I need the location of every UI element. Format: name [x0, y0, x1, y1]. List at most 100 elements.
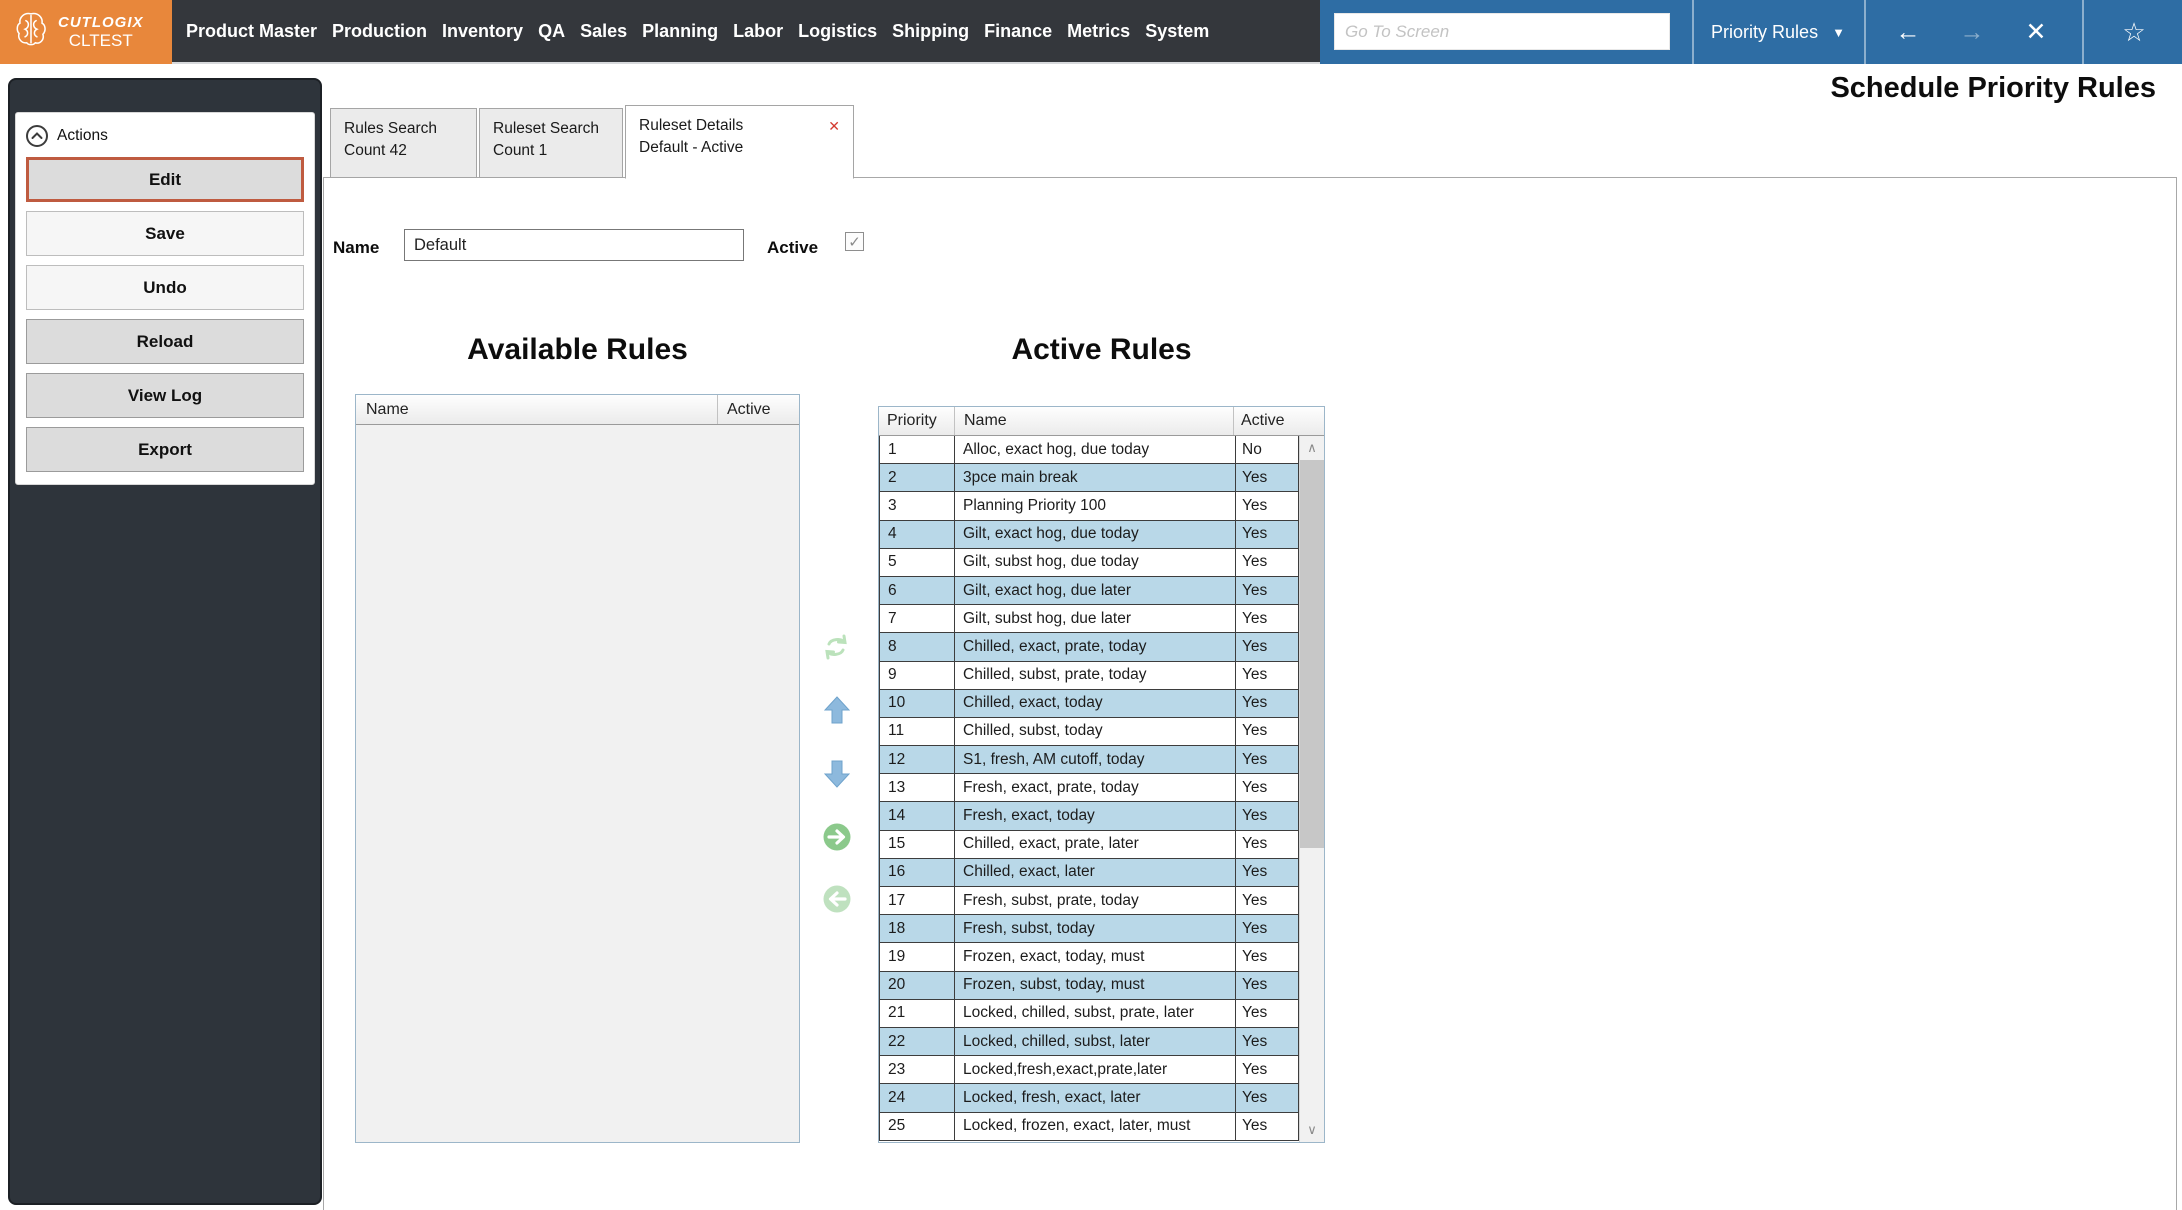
back-button[interactable]: ← [1878, 0, 1938, 64]
active-checkbox[interactable]: ✓ [845, 232, 864, 251]
rule-row-20[interactable]: 20Frozen, subst, today, mustYes [879, 972, 1299, 1000]
tab-title: Rules Search [344, 118, 437, 140]
tab-subtitle: Count 1 [493, 140, 609, 162]
ruleset-name-input[interactable] [404, 229, 744, 261]
nav-item-shipping[interactable]: Shipping [892, 21, 969, 42]
nav-item-qa[interactable]: QA [538, 21, 565, 42]
nav-item-product-master[interactable]: Product Master [186, 21, 317, 42]
cell-priority: 16 [880, 859, 955, 886]
cell-name: 3pce main break [955, 464, 1236, 491]
column-header-name[interactable]: Name [955, 412, 1233, 430]
goto-screen-input[interactable] [1334, 13, 1670, 50]
rule-row-5[interactable]: 5Gilt, subst hog, due todayYes [879, 549, 1299, 577]
tab-rules-search[interactable]: Rules SearchCount 42 [330, 108, 477, 178]
move-right-icon[interactable] [822, 822, 852, 852]
cell-name: Planning Priority 100 [955, 492, 1236, 519]
cell-active: Yes [1236, 605, 1299, 632]
cell-priority: 9 [880, 662, 955, 689]
collapse-chevron-icon[interactable] [26, 125, 48, 147]
tab-ruleset-details[interactable]: Ruleset Details✕Default - Active [625, 105, 854, 179]
vertical-scrollbar[interactable]: ∧ ∨ [1299, 436, 1324, 1142]
nav-menu: Product Master Production Inventory QA Sales… [172, 0, 1209, 62]
rule-row-23[interactable]: 23Locked,fresh,exact,prate,laterYes [879, 1056, 1299, 1084]
topbar-tools-panel: Priority Rules ▼ ← → ✕ ☆ [1320, 0, 2182, 64]
refresh-icon[interactable] [821, 632, 851, 662]
rule-row-25[interactable]: 25Locked, frozen, exact, later, mustYes [879, 1113, 1299, 1141]
close-screen-button[interactable]: ✕ [2006, 0, 2066, 64]
undo-button[interactable]: Undo [26, 265, 304, 310]
rule-row-9[interactable]: 9Chilled, subst, prate, todayYes [879, 662, 1299, 690]
tab-subtitle: Count 42 [344, 140, 463, 162]
nav-item-system[interactable]: System [1145, 21, 1209, 42]
nav-item-finance[interactable]: Finance [984, 21, 1052, 42]
rule-row-2[interactable]: 23pce main breakYes [879, 464, 1299, 492]
move-left-icon[interactable] [822, 884, 852, 914]
rule-row-3[interactable]: 3Planning Priority 100Yes [879, 492, 1299, 520]
screen-dropdown-label: Priority Rules [1711, 22, 1818, 43]
nav-item-sales[interactable]: Sales [580, 21, 627, 42]
rule-row-6[interactable]: 6Gilt, exact hog, due laterYes [879, 577, 1299, 605]
nav-item-metrics[interactable]: Metrics [1067, 21, 1130, 42]
rule-row-22[interactable]: 22Locked, chilled, subst, laterYes [879, 1028, 1299, 1056]
cell-active: No [1236, 436, 1299, 463]
reload-button[interactable]: Reload [26, 319, 304, 364]
export-button[interactable]: Export [26, 427, 304, 472]
rule-row-13[interactable]: 13Fresh, exact, prate, todayYes [879, 774, 1299, 802]
nav-item-planning[interactable]: Planning [642, 21, 718, 42]
rule-row-8[interactable]: 8Chilled, exact, prate, todayYes [879, 633, 1299, 661]
nav-item-inventory[interactable]: Inventory [442, 21, 523, 42]
cell-name: Chilled, subst, today [955, 718, 1236, 745]
rule-row-11[interactable]: 11Chilled, subst, todayYes [879, 718, 1299, 746]
cell-name: Gilt, exact hog, due later [955, 577, 1236, 604]
rule-row-1[interactable]: 1Alloc, exact hog, due todayNo [879, 436, 1299, 464]
tab-close-icon[interactable]: ✕ [828, 116, 840, 136]
column-header-name[interactable]: Name [356, 401, 717, 419]
rule-row-18[interactable]: 18Fresh, subst, todayYes [879, 915, 1299, 943]
cell-active: Yes [1236, 859, 1299, 886]
rule-row-19[interactable]: 19Frozen, exact, today, mustYes [879, 943, 1299, 971]
cell-name: Locked, fresh, exact, later [955, 1084, 1236, 1111]
cell-active: Yes [1236, 662, 1299, 689]
cell-priority: 14 [880, 802, 955, 829]
move-up-icon[interactable] [824, 696, 850, 724]
scroll-down-icon[interactable]: ∨ [1300, 1118, 1324, 1142]
column-header-priority[interactable]: Priority [879, 407, 955, 435]
nav-item-labor[interactable]: Labor [733, 21, 783, 42]
rule-row-17[interactable]: 17Fresh, subst, prate, todayYes [879, 887, 1299, 915]
cell-active: Yes [1236, 1084, 1299, 1111]
tab-ruleset-search[interactable]: Ruleset SearchCount 1 [479, 108, 623, 178]
scrollbar-thumb[interactable] [1300, 460, 1324, 848]
favorite-star-icon[interactable]: ☆ [2086, 0, 2182, 64]
cell-active: Yes [1236, 464, 1299, 491]
active-rules-heading: Active Rules [878, 333, 1325, 367]
save-button[interactable]: Save [26, 211, 304, 256]
rule-row-10[interactable]: 10Chilled, exact, todayYes [879, 690, 1299, 718]
rule-row-4[interactable]: 4Gilt, exact hog, due todayYes [879, 521, 1299, 549]
rule-row-24[interactable]: 24Locked, fresh, exact, laterYes [879, 1084, 1299, 1112]
actions-title: Actions [57, 127, 108, 145]
rule-row-16[interactable]: 16Chilled, exact, laterYes [879, 859, 1299, 887]
active-rules-rows: 1Alloc, exact hog, due todayNo23pce main… [879, 436, 1299, 1142]
edit-button[interactable]: Edit [26, 157, 304, 202]
rule-row-12[interactable]: 12S1, fresh, AM cutoff, todayYes [879, 746, 1299, 774]
forward-button[interactable]: → [1942, 0, 2002, 64]
screen-dropdown[interactable]: Priority Rules ▼ [1696, 0, 1860, 64]
rule-row-14[interactable]: 14Fresh, exact, todayYes [879, 802, 1299, 830]
cell-active: Yes [1236, 887, 1299, 914]
cell-name: Alloc, exact hog, due today [955, 436, 1236, 463]
view-log-button[interactable]: View Log [26, 373, 304, 418]
move-down-icon[interactable] [824, 760, 850, 788]
scroll-up-icon[interactable]: ∧ [1300, 436, 1324, 460]
divider [2082, 0, 2084, 64]
column-header-active[interactable]: Active [717, 395, 799, 424]
rule-row-15[interactable]: 15Chilled, exact, prate, laterYes [879, 831, 1299, 859]
nav-item-logistics[interactable]: Logistics [798, 21, 877, 42]
brand-logo[interactable]: CUTLOGIX CLTEST [0, 0, 172, 64]
column-header-active[interactable]: Active [1233, 407, 1299, 435]
cell-active: Yes [1236, 718, 1299, 745]
cell-name: Fresh, subst, prate, today [955, 887, 1236, 914]
cell-priority: 8 [880, 633, 955, 660]
rule-row-21[interactable]: 21Locked, chilled, subst, prate, laterYe… [879, 1000, 1299, 1028]
rule-row-7[interactable]: 7Gilt, subst hog, due laterYes [879, 605, 1299, 633]
nav-item-production[interactable]: Production [332, 21, 427, 42]
